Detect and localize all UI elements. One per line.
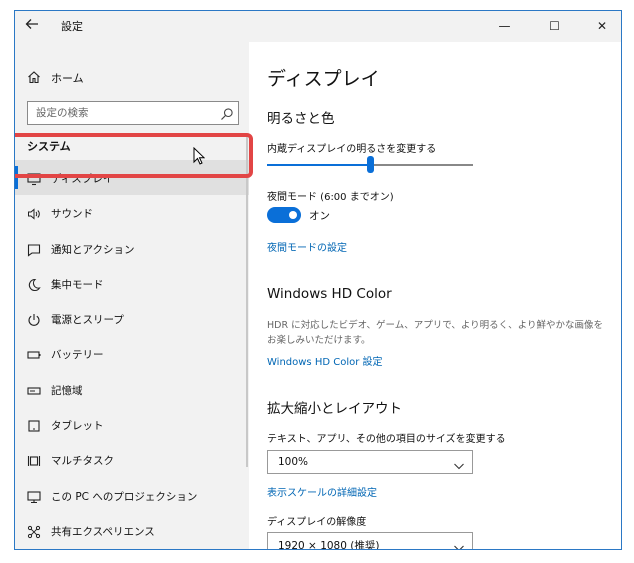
search-box[interactable] [27,101,239,125]
sidebar-item-notifications[interactable]: 通知とアクション [15,231,249,266]
monitor-icon [27,171,41,186]
home-icon [27,69,41,84]
toggle-knob [289,211,297,219]
window-title: 設定 [61,20,83,33]
scale-value: 100% [278,456,309,468]
brightness-slider[interactable] [267,156,473,174]
share-icon [27,524,41,539]
brightness-heading: 明るさと色 [267,111,335,127]
advanced-scaling-link[interactable]: 表示スケールの詳細設定 [267,484,377,499]
brightness-slider-label: 内蔵ディスプレイの明るさを変更する [267,144,437,155]
scale-layout-heading: 拡大縮小とレイアウト [267,401,402,417]
hdr-description: HDR に対応したビデオ、ゲーム、アプリで、より明るく、より鮮やかな画像をお楽し… [267,320,603,346]
maximize-button[interactable]: ☐ [538,11,571,42]
slider-thumb[interactable] [367,156,374,173]
battery-icon [27,347,41,361]
main-content: ディスプレイ 明るさと色 内蔵ディスプレイの明るさを変更する 夜間モード (6:… [249,42,621,550]
settings-window: 設定 — ☐ ✕ ホーム システム ディスプレイ [14,10,622,550]
sidebar-item-label: マルチタスク [51,455,114,468]
resolution-dropdown[interactable]: 1920 × 1080 (推奨) [267,532,473,550]
sidebar-item-sound[interactable]: サウンド [15,195,249,230]
hdr-heading: Windows HD Color [267,286,392,302]
page-title: ディスプレイ [267,68,380,90]
scale-dropdown[interactable]: 100% [267,450,473,474]
title-bar: 設定 — ☐ ✕ [15,11,621,42]
mouse-cursor-icon [193,146,206,165]
search-input[interactable] [28,102,208,124]
storage-icon [27,383,41,397]
night-light-toggle[interactable] [267,207,301,223]
search-icon[interactable] [220,106,234,120]
multitask-icon [27,453,41,467]
notification-icon [27,242,41,257]
sidebar-item-label: バッテリー [51,349,104,362]
sidebar-item-label: ホーム [51,72,84,85]
sidebar-item-display[interactable]: ディスプレイ [15,160,249,196]
projection-icon [27,489,41,503]
sidebar-item-label: 電源とスリープ [51,314,124,327]
resolution-value: 1920 × 1080 (推奨) [278,540,380,550]
speaker-icon [27,206,41,220]
sidebar-item-tablet[interactable]: タブレット [15,407,249,442]
sidebar-item-label: ディスプレイ [51,173,114,185]
resolution-label: ディスプレイの解像度 [267,517,367,528]
sidebar-scrollbar[interactable] [246,137,248,467]
sidebar-item-label: 記憶域 [51,384,83,397]
sidebar-item-projection[interactable]: この PC へのプロジェクション [15,478,249,513]
sidebar-item-label: 共有エクスペリエンス [51,525,155,538]
slider-track-filled [267,164,370,166]
sidebar-item-label: タブレット [51,420,104,433]
sidebar-item-shared-experiences[interactable]: 共有エクスペリエンス [15,513,249,548]
chevron-down-icon [453,457,465,470]
tablet-icon [27,418,41,432]
chevron-down-icon [453,539,465,549]
toggle-state-label: オン [309,210,330,222]
minimize-button[interactable]: — [488,11,521,42]
section-heading: システム [27,140,71,153]
scale-label: テキスト、アプリ、その他の項目のサイズを変更する [267,434,506,445]
slider-track [370,164,473,166]
sidebar-item-label: 集中モード [51,278,104,291]
sidebar-item-storage[interactable]: 記憶域 [15,372,249,407]
back-arrow-icon[interactable] [23,17,41,35]
sidebar-item-power-sleep[interactable]: 電源とスリープ [15,301,249,336]
night-light-settings-link[interactable]: 夜間モードの設定 [267,239,347,254]
power-icon [27,312,41,327]
sidebar-nav: ディスプレイ サウンド 通知とアクション 集中モード 電源とスリープ バッテリー… [15,160,249,548]
sidebar-item-battery[interactable]: バッテリー [15,336,249,371]
sidebar-item-home[interactable]: ホーム [15,60,249,94]
sidebar-item-label: この PC へのプロジェクション [51,490,198,503]
sidebar-item-label: サウンド [51,208,93,221]
hdr-settings-link[interactable]: Windows HD Color 設定 [267,353,383,368]
night-light-label: 夜間モード (6:00 までオン) [267,192,394,203]
sidebar-item-label: 通知とアクション [51,243,135,256]
sidebar-item-focus-mode[interactable]: 集中モード [15,266,249,301]
close-button[interactable]: ✕ [583,11,621,42]
sidebar-item-multitasking[interactable]: マルチタスク [15,442,249,477]
sidebar: ホーム システム ディスプレイ サウンド [15,42,249,549]
moon-icon [27,277,41,291]
